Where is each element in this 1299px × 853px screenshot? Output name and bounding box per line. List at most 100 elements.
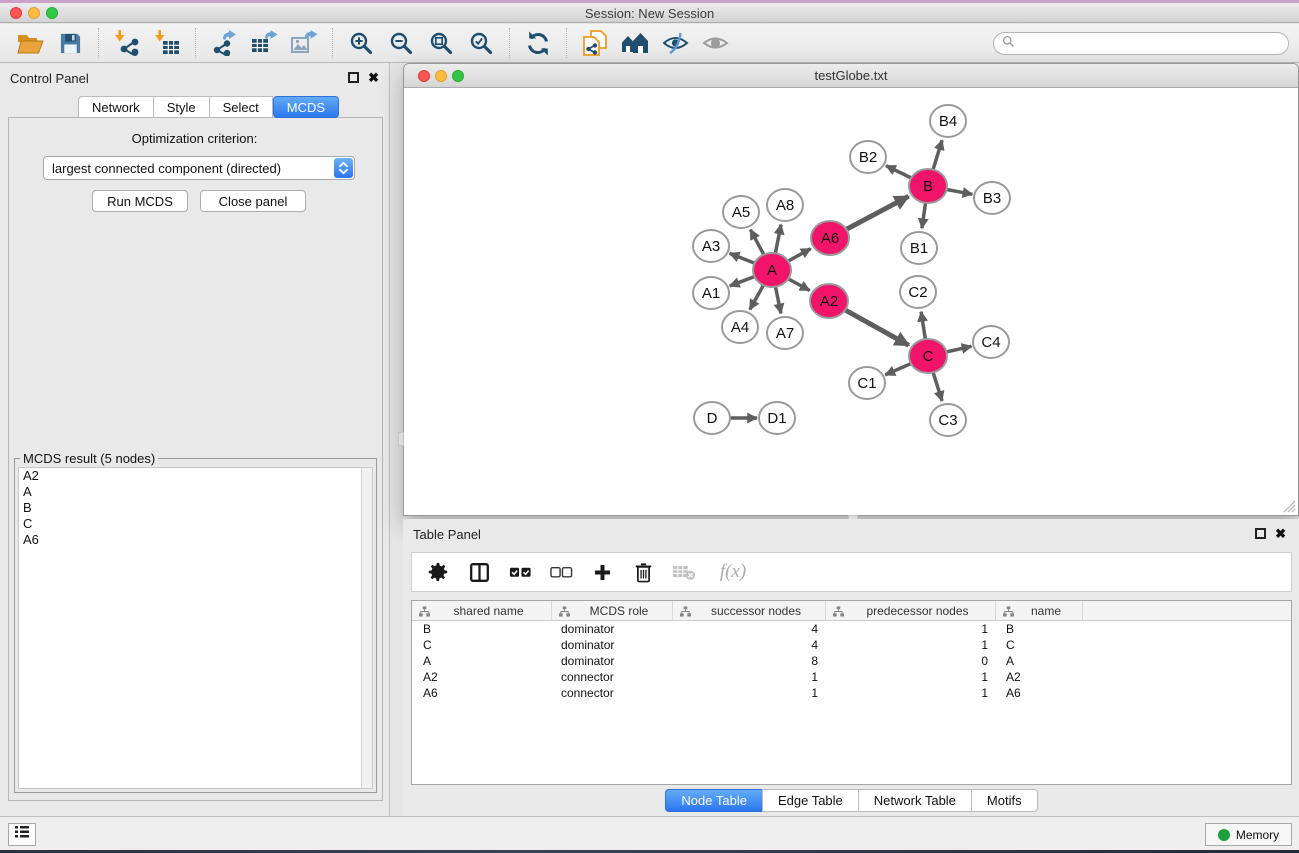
control-panel: Control Panel ✖ Network Style Select MCD… bbox=[0, 63, 390, 816]
graph-node-A4[interactable]: A4 bbox=[722, 311, 758, 343]
tab-select[interactable]: Select bbox=[209, 96, 273, 118]
svg-text:B1: B1 bbox=[910, 240, 928, 257]
table-row[interactable]: Bdominator41B bbox=[412, 621, 1291, 637]
zoom-out-button[interactable] bbox=[381, 27, 421, 59]
graph-node-A8[interactable]: A8 bbox=[767, 189, 803, 221]
search-input[interactable] bbox=[1020, 37, 1280, 51]
svg-text:A: A bbox=[767, 262, 777, 279]
graph-node-B3[interactable]: B3 bbox=[974, 182, 1010, 214]
tab-network[interactable]: Network bbox=[78, 96, 154, 118]
graph-node-C[interactable]: C bbox=[909, 339, 947, 373]
export-image-button[interactable] bbox=[284, 27, 324, 59]
result-list-item[interactable]: A bbox=[19, 484, 372, 500]
show-columns-button[interactable] bbox=[467, 559, 491, 585]
import-table-button[interactable] bbox=[147, 27, 187, 59]
tab-node-table[interactable]: Node Table bbox=[665, 789, 763, 812]
graph-node-A3[interactable]: A3 bbox=[693, 230, 729, 262]
result-list-item[interactable]: A6 bbox=[19, 532, 372, 548]
close-panel-button[interactable]: Close panel bbox=[200, 190, 306, 212]
node-table[interactable]: shared nameMCDS rolesuccessor nodesprede… bbox=[411, 600, 1292, 785]
home-view-button[interactable] bbox=[615, 27, 655, 59]
save-session-button[interactable] bbox=[50, 27, 90, 59]
export-network-button[interactable] bbox=[204, 27, 244, 59]
column-header-name[interactable]: name bbox=[996, 601, 1083, 621]
float-table-panel-icon[interactable] bbox=[1255, 528, 1266, 539]
table-row[interactable]: A6connector11A6 bbox=[412, 685, 1291, 701]
tab-network-table[interactable]: Network Table bbox=[858, 789, 972, 812]
search-field[interactable] bbox=[993, 32, 1289, 55]
column-header-MCDS-role[interactable]: MCDS role bbox=[552, 601, 673, 621]
graph-node-A[interactable]: A bbox=[753, 253, 791, 287]
export-table-button[interactable] bbox=[244, 27, 284, 59]
network-view-window[interactable]: testGlobe.txt A A1 A3A5A8 A4 A7 A6 A2 B B2 B4 B3 B1… bbox=[403, 63, 1299, 516]
window-resize-grip[interactable] bbox=[1283, 500, 1296, 513]
zoom-selected-button[interactable] bbox=[461, 27, 501, 59]
float-panel-icon[interactable] bbox=[348, 72, 359, 83]
column-header-successor-nodes[interactable]: successor nodes bbox=[673, 601, 826, 621]
optimization-criterion-label: Optimization criterion: bbox=[0, 131, 389, 146]
graph-node-C2[interactable]: C2 bbox=[900, 276, 936, 308]
network-window-titlebar[interactable]: testGlobe.txt bbox=[404, 64, 1298, 88]
graph-node-A7[interactable]: A7 bbox=[767, 317, 803, 349]
close-panel-icon[interactable]: ✖ bbox=[368, 70, 379, 86]
tab-edge-table[interactable]: Edge Table bbox=[762, 789, 859, 812]
graph-node-C3[interactable]: C3 bbox=[930, 404, 966, 436]
graph-node-D1[interactable]: D1 bbox=[759, 402, 795, 434]
table-cell: connector bbox=[552, 669, 673, 685]
svg-text:A6: A6 bbox=[821, 230, 839, 247]
mcds-result-list[interactable]: A2ABCA6 bbox=[18, 467, 373, 789]
hide-graphics-details-button[interactable] bbox=[655, 27, 695, 59]
duplicate-network-button[interactable] bbox=[575, 27, 615, 59]
tab-style[interactable]: Style bbox=[153, 96, 210, 118]
table-cell: 1 bbox=[826, 669, 996, 685]
graph-node-A1[interactable]: A1 bbox=[693, 277, 729, 309]
column-header-shared-name[interactable]: shared name bbox=[412, 601, 552, 621]
import-network-button[interactable] bbox=[107, 27, 147, 59]
network-canvas[interactable]: A A1 A3A5A8 A4 A7 A6 A2 B B2 B4 B3 B1 C C2 C4 C3 C1 D D1 bbox=[404, 88, 1298, 515]
result-list-item[interactable]: B bbox=[19, 500, 372, 516]
graph-node-B[interactable]: B bbox=[909, 169, 947, 203]
app-titlebar[interactable]: Session: New Session bbox=[0, 3, 1299, 23]
column-header-predecessor-nodes[interactable]: predecessor nodes bbox=[826, 601, 996, 621]
toolbar-separator bbox=[98, 28, 99, 58]
toolbar-separator bbox=[509, 28, 510, 58]
task-history-button[interactable] bbox=[8, 823, 36, 846]
table-cell: dominator bbox=[552, 621, 673, 637]
svg-text:C1: C1 bbox=[857, 375, 876, 392]
table-cell: 1 bbox=[673, 669, 826, 685]
graph-node-B4[interactable]: B4 bbox=[930, 105, 966, 137]
table-row[interactable]: Cdominator41C bbox=[412, 637, 1291, 653]
graph-node-A2[interactable]: A2 bbox=[810, 284, 848, 318]
tab-mcds[interactable]: MCDS bbox=[273, 96, 339, 118]
tab-motifs[interactable]: Motifs bbox=[971, 789, 1038, 812]
result-list-scrollbar[interactable] bbox=[361, 468, 372, 788]
network-graph[interactable]: A A1 A3A5A8 A4 A7 A6 A2 B B2 B4 B3 B1 C C2 C4 C3 C1 D D1 bbox=[404, 88, 1298, 515]
svg-text:A3: A3 bbox=[702, 238, 720, 255]
result-list-item[interactable]: A2 bbox=[19, 468, 372, 484]
result-list-item[interactable]: C bbox=[19, 516, 372, 532]
apply-layout-button[interactable] bbox=[518, 27, 558, 59]
run-mcds-button[interactable]: Run MCDS bbox=[92, 190, 188, 212]
memory-status-icon bbox=[1218, 829, 1230, 841]
memory-button[interactable]: Memory bbox=[1205, 823, 1292, 846]
close-table-panel-icon[interactable]: ✖ bbox=[1275, 526, 1286, 542]
open-session-button[interactable] bbox=[10, 27, 50, 59]
deselect-all-rows-button[interactable] bbox=[549, 559, 573, 585]
splitter-handle-left[interactable] bbox=[398, 432, 404, 446]
graph-node-A5[interactable]: A5 bbox=[723, 196, 759, 228]
table-row[interactable]: Adominator80A bbox=[412, 653, 1291, 669]
graph-node-A6[interactable]: A6 bbox=[811, 221, 849, 255]
table-mode-settings-button[interactable] bbox=[426, 559, 450, 585]
graph-node-C4[interactable]: C4 bbox=[973, 326, 1009, 358]
select-all-rows-button[interactable] bbox=[508, 559, 532, 585]
create-column-button[interactable] bbox=[590, 559, 614, 585]
delete-columns-button[interactable] bbox=[631, 559, 655, 585]
criterion-dropdown[interactable]: largest connected component (directed) bbox=[43, 156, 355, 180]
zoom-in-button[interactable] bbox=[341, 27, 381, 59]
graph-node-C1[interactable]: C1 bbox=[849, 367, 885, 399]
zoom-fit-button[interactable] bbox=[421, 27, 461, 59]
table-row[interactable]: A2connector11A2 bbox=[412, 669, 1291, 685]
graph-node-D[interactable]: D bbox=[694, 402, 730, 434]
graph-node-B2[interactable]: B2 bbox=[850, 141, 886, 173]
graph-node-B1[interactable]: B1 bbox=[901, 232, 937, 264]
